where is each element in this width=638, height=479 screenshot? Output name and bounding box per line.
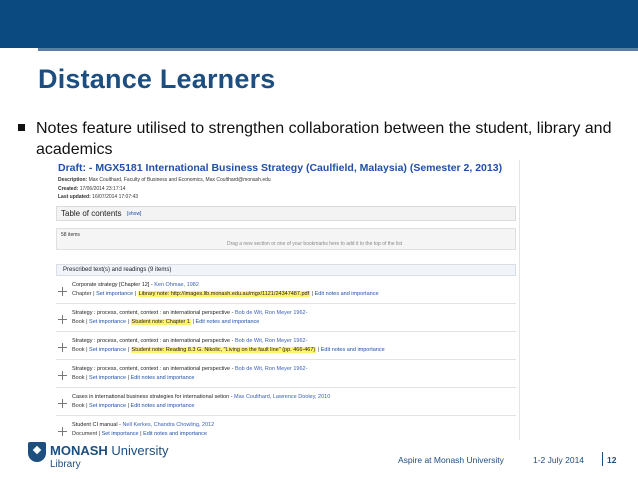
table-of-contents-bar[interactable]: Table of contents [show] bbox=[56, 206, 516, 221]
page-number: 12 bbox=[607, 455, 617, 465]
list-item[interactable]: Strategy : process, content, context : a… bbox=[56, 334, 516, 360]
items-drop-zone[interactable]: 58 items Drag a new section or one of yo… bbox=[56, 228, 516, 250]
list-item[interactable]: Cases in international business strategi… bbox=[56, 390, 516, 416]
slide-title: Distance Learners bbox=[38, 64, 276, 94]
logo-subtitle: Library bbox=[50, 459, 81, 470]
item-type: Book bbox=[72, 403, 85, 409]
edit-notes-link[interactable]: Edit notes and importance bbox=[143, 431, 207, 437]
meta-label: Description: bbox=[58, 177, 88, 183]
item-author: Ken Ohmae, 1982 bbox=[154, 282, 199, 288]
item-type: Chapter bbox=[72, 291, 92, 297]
set-importance-link[interactable]: Set importance bbox=[89, 375, 126, 381]
set-importance-link[interactable]: Set importance bbox=[89, 347, 126, 353]
bullet-text: Notes feature utilised to strengthen col… bbox=[36, 120, 612, 158]
footer-divider bbox=[602, 452, 603, 466]
footer-event: Aspire at Monash University bbox=[398, 455, 504, 465]
item-title: Corporate strategy [Chapter 12] - Ken Oh… bbox=[72, 282, 199, 288]
student-note-highlight: Student note: Chapter 1 bbox=[130, 319, 191, 325]
meta-value: 17/06/2014 23:17:14 bbox=[79, 186, 126, 192]
item-title-text[interactable]: Cases in international business strategi… bbox=[72, 394, 234, 400]
meta-value: 16/07/2014 17:07:43 bbox=[92, 194, 139, 200]
item-title: Strategy : process, content, context : a… bbox=[72, 310, 307, 316]
note-text: Reading 8.3 G. Nikolic, "Living on the f… bbox=[165, 347, 316, 353]
item-title-text[interactable]: Strategy : process, content, context : a… bbox=[72, 310, 235, 316]
set-importance-link[interactable]: Set importance bbox=[102, 431, 139, 437]
section-header[interactable]: Prescribed text(s) and readings (9 items… bbox=[56, 264, 516, 276]
item-title: Strategy : process, content, context : a… bbox=[72, 338, 307, 344]
set-importance-link[interactable]: Set importance bbox=[89, 319, 126, 325]
item-title-text[interactable]: Strategy : process, content, context : a… bbox=[72, 338, 235, 344]
move-handle-icon[interactable] bbox=[58, 371, 67, 380]
list-item[interactable]: Student CI manual - Nell Kerkes, Chandra… bbox=[56, 418, 516, 440]
item-author: Bob de Wit, Ron Meyer 1962- bbox=[234, 366, 308, 372]
edit-notes-link[interactable]: Edit notes and importance bbox=[131, 375, 195, 381]
header-bar bbox=[0, 0, 638, 48]
item-details: Document | Set importance | Edit notes a… bbox=[72, 431, 207, 437]
item-type: Book bbox=[72, 347, 85, 353]
logo-word-bold: MONASH bbox=[50, 443, 108, 458]
item-author: Max Coulthard, Lawrence Dooley, 2010 bbox=[234, 394, 331, 400]
monash-shield-icon bbox=[28, 442, 46, 462]
move-handle-icon[interactable] bbox=[58, 427, 67, 436]
item-title-text[interactable]: Student CI manual - bbox=[72, 422, 122, 428]
item-details: Book | Set importance | Student note: Re… bbox=[72, 347, 385, 353]
move-handle-icon[interactable] bbox=[58, 399, 67, 408]
note-label: Student note: bbox=[131, 347, 165, 353]
edit-notes-link[interactable]: Edit notes and importance bbox=[321, 347, 385, 353]
item-type: Book bbox=[72, 319, 85, 325]
edit-notes-link[interactable]: Edit notes and importance bbox=[131, 403, 195, 409]
item-title-text[interactable]: Corporate strategy [Chapter 12] - bbox=[72, 282, 154, 288]
meta-value: Max Coulthard, Faculty of Business and E… bbox=[88, 177, 271, 183]
edit-notes-link[interactable]: Edit notes and importance bbox=[195, 319, 259, 325]
header-accent-line bbox=[38, 48, 638, 58]
set-importance-link[interactable]: Set importance bbox=[96, 291, 133, 297]
note-label: Library note: bbox=[138, 291, 170, 297]
student-note-highlight: Student note: Reading 8.3 G. Nikolic, "L… bbox=[130, 347, 317, 353]
move-handle-icon[interactable] bbox=[58, 315, 67, 324]
section-label: Prescribed text(s) and readings (9 items… bbox=[63, 267, 172, 273]
edit-notes-link[interactable]: Edit notes and importance bbox=[315, 291, 379, 297]
bullet-square-icon bbox=[18, 124, 25, 131]
list-item[interactable]: Strategy : process, content, context : a… bbox=[56, 306, 516, 332]
meta-label: Last updated: bbox=[58, 194, 91, 200]
item-type: Book bbox=[72, 375, 85, 381]
note-text: Chapter 1 bbox=[165, 319, 190, 325]
item-details: Book | Set importance | Edit notes and i… bbox=[72, 403, 195, 409]
monash-library-logo: MONASH University Library bbox=[28, 442, 168, 474]
list-item[interactable]: Corporate strategy [Chapter 12] - Ken Oh… bbox=[56, 278, 516, 304]
item-title: Cases in international business strategi… bbox=[72, 394, 330, 400]
logo-word-rest: University bbox=[107, 443, 169, 458]
reading-list-screenshot: Draft: - MGX5181 International Business … bbox=[52, 160, 520, 440]
item-title: Strategy : process, content, context : a… bbox=[72, 366, 307, 372]
toc-show-link[interactable]: [show] bbox=[127, 211, 141, 217]
meta-last-updated: Last updated: 16/07/2014 17:07:43 bbox=[58, 194, 138, 200]
note-label: Student note: bbox=[131, 319, 165, 325]
item-author: Bob de Wit, Ron Meyer 1962- bbox=[234, 338, 308, 344]
meta-label: Created: bbox=[58, 186, 79, 192]
item-details: Chapter | Set importance | Library note:… bbox=[72, 291, 379, 297]
move-handle-icon[interactable] bbox=[58, 343, 67, 352]
logo-wordmark: MONASH University bbox=[50, 443, 168, 458]
note-text[interactable]: http://images.lib.monash.edu.au/mgx/1121… bbox=[171, 291, 309, 297]
item-author: Bob de Wit, Ron Meyer 1962- bbox=[234, 310, 308, 316]
drag-hint: Drag a new section or one of your bookma… bbox=[227, 241, 403, 247]
move-handle-icon[interactable] bbox=[58, 287, 67, 296]
toc-label: Table of contents bbox=[61, 209, 122, 218]
bullet-point: Notes feature utilised to strengthen col… bbox=[18, 118, 618, 160]
items-count: 58 items bbox=[61, 232, 80, 238]
item-author: Nell Kerkes, Chandra Chowling, 2012 bbox=[122, 422, 215, 428]
item-title: Student CI manual - Nell Kerkes, Chandra… bbox=[72, 422, 214, 428]
list-item[interactable]: Strategy : process, content, context : a… bbox=[56, 362, 516, 388]
reading-list-title: Draft: - MGX5181 International Business … bbox=[58, 162, 503, 174]
item-details: Book | Set importance | Student note: Ch… bbox=[72, 319, 260, 325]
item-details: Book | Set importance | Edit notes and i… bbox=[72, 375, 195, 381]
footer-date: 1-2 July 2014 bbox=[533, 455, 585, 465]
set-importance-link[interactable]: Set importance bbox=[89, 403, 126, 409]
meta-description: Description: Max Coulthard, Faculty of B… bbox=[58, 177, 271, 183]
meta-created: Created: 17/06/2014 23:17:14 bbox=[58, 186, 126, 192]
item-title-text[interactable]: Strategy : process, content, context : a… bbox=[72, 366, 235, 372]
library-note-highlight: Library note: http://images.lib.monash.e… bbox=[137, 291, 311, 297]
item-type: Document bbox=[72, 431, 98, 437]
